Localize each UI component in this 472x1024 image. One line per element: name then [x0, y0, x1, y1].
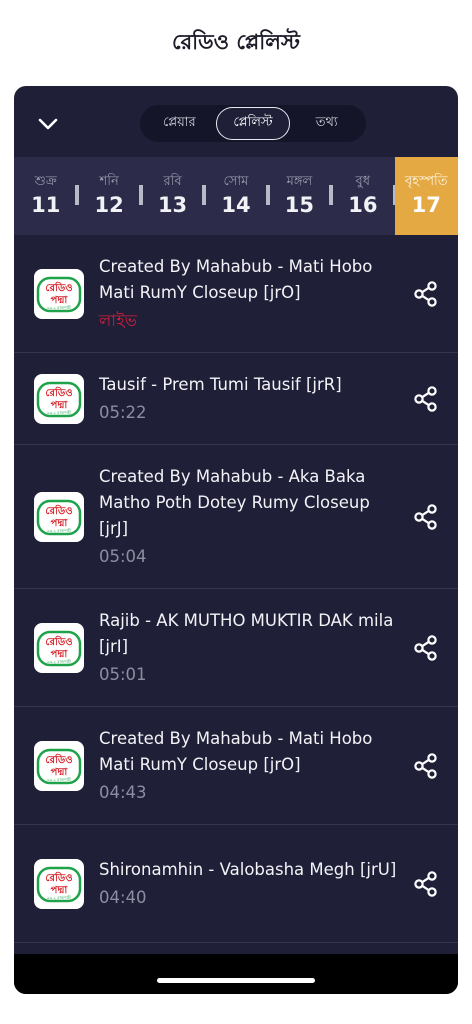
- share-button[interactable]: [412, 385, 440, 413]
- track-title: Created By Mahabub - Mati Hobo Mati RumY…: [99, 728, 373, 774]
- track-list: রেডিও পদ্মা ৯৯.২ রাজশাহী Created By Maha…: [14, 235, 458, 943]
- svg-text:রেডিও: রেডিও: [45, 871, 72, 884]
- panel-header: প্লেয়ার প্লেলিস্ট তথ্য: [14, 86, 458, 158]
- share-icon: [414, 634, 437, 661]
- live-label: লাইভ: [99, 310, 137, 330]
- track-title: Created By Mahabub - Mati Hobo Mati RumY…: [99, 256, 373, 302]
- day-number: 13: [157, 193, 188, 217]
- share-icon: [414, 385, 437, 412]
- track-duration: 05:01: [99, 664, 147, 684]
- station-logo: রেডিও পদ্মা ৯৯.২ রাজশাহী: [34, 622, 84, 673]
- page-title: রেডিও প্লেলিস্ট: [172, 30, 300, 54]
- day-saturday[interactable]: শনি 12: [77, 157, 144, 235]
- track-duration: 05:04: [99, 546, 147, 566]
- day-number: 12: [94, 193, 124, 217]
- svg-text:রেডিও: রেডিও: [45, 386, 72, 399]
- tab-player[interactable]: প্লেয়ার: [143, 107, 216, 140]
- track-duration: 04:43: [99, 782, 147, 802]
- day-number: 11: [31, 193, 61, 217]
- list-item[interactable]: রেডিও পদ্মা ৯৯.২ রাজশাহী Tausif - Prem T…: [14, 353, 458, 445]
- svg-text:রেডিও: রেডিও: [45, 753, 72, 766]
- day-wednesday[interactable]: বুধ 16: [331, 157, 397, 235]
- svg-text:৯৯.২ রাজশাহী: ৯৯.২ রাজশাহী: [47, 305, 72, 310]
- day-name: রবি: [163, 174, 182, 189]
- station-logo: রেডিও পদ্মা ৯৯.২ রাজশাহী: [34, 740, 84, 791]
- share-button[interactable]: [412, 634, 440, 662]
- day-name: শুক্র: [34, 174, 57, 189]
- svg-text:৯৯.২ রাজশাহী: ৯৯.২ রাজশাহী: [47, 777, 72, 782]
- station-logo: রেডিও পদ্মা ৯৯.২ রাজশাহী: [34, 491, 84, 542]
- day-thursday[interactable]: বৃহস্পতি 17: [394, 157, 458, 235]
- day-name: বুধ: [355, 174, 371, 189]
- day-monday[interactable]: সোম 14: [204, 157, 271, 235]
- bottom-bar: [14, 954, 458, 994]
- share-icon: [414, 752, 437, 779]
- list-item[interactable]: রেডিও পদ্মা ৯৯.২ রাজশাহী Rajib - AK MUTH…: [14, 589, 458, 707]
- list-item[interactable]: রেডিও পদ্মা ৯৯.২ রাজশাহী Created By Maha…: [14, 235, 458, 353]
- day-friday[interactable]: শুক্র 11: [14, 157, 80, 235]
- svg-text:৯৯.২ রাজশাহী: ৯৯.২ রাজশাহী: [47, 528, 72, 533]
- day-sunday[interactable]: রবি 13: [141, 157, 207, 235]
- share-icon: [414, 280, 437, 307]
- day-number: 17: [411, 193, 441, 217]
- track-info: Rajib - AK MUTHO MUKTIR DAK mila [jrI] 0…: [99, 608, 399, 688]
- share-button[interactable]: [412, 280, 440, 308]
- day-name: বৃহস্পতি: [405, 174, 448, 189]
- share-button[interactable]: [412, 503, 440, 531]
- track-info: Tausif - Prem Tumi Tausif [jrR] 05:22: [99, 372, 399, 426]
- svg-text:৯৯.২ রাজশাহী: ৯৯.২ রাজশাহী: [47, 895, 72, 900]
- station-logo: রেডিও পদ্মা ৯৯.২ রাজশাহী: [34, 373, 84, 424]
- track-title: Tausif - Prem Tumi Tausif [jrR]: [99, 374, 342, 394]
- track-title: Shironamhin - Valobasha Megh [jrU]: [99, 859, 397, 879]
- chevron-down-icon: [38, 118, 58, 130]
- list-item[interactable]: রেডিও পদ্মা ৯৯.২ রাজশাহী Shironamhin - V…: [14, 825, 458, 943]
- tab-playlist[interactable]: প্লেলিস্ট: [215, 107, 291, 140]
- station-logo: রেডিও পদ্মা ৯৯.২ রাজশাহী: [34, 268, 84, 319]
- track-info: Created By Mahabub - Mati Hobo Mati RumY…: [99, 726, 399, 806]
- svg-text:রেডিও: রেডিও: [45, 504, 72, 517]
- share-icon: [414, 870, 437, 897]
- track-info: Created By Mahabub - Aka Baka Matho Poth…: [99, 464, 399, 570]
- day-name: সোম: [223, 174, 249, 189]
- track-title: Created By Mahabub - Aka Baka Matho Poth…: [99, 466, 370, 538]
- collapse-button[interactable]: [34, 110, 62, 138]
- share-icon: [414, 503, 437, 530]
- list-item[interactable]: রেডিও পদ্মা ৯৯.২ রাজশাহী Created By Maha…: [14, 445, 458, 589]
- share-button[interactable]: [412, 752, 440, 780]
- view-tabs: প্লেয়ার প্লেলিস্ট তথ্য: [140, 105, 366, 142]
- home-indicator[interactable]: [157, 978, 315, 983]
- day-selector: শুক্র 11 শনি 12 রবি 13 সোম 14 মঙ্গল 15 ব…: [14, 157, 458, 235]
- track-title: Rajib - AK MUTHO MUKTIR DAK mila [jrI]: [99, 610, 394, 656]
- track-info: Created By Mahabub - Mati Hobo Mati RumY…: [99, 254, 399, 334]
- day-number: 15: [284, 193, 315, 217]
- list-item[interactable]: রেডিও পদ্মা ৯৯.২ রাজশাহী Created By Maha…: [14, 707, 458, 825]
- day-number: 14: [221, 193, 251, 217]
- track-duration: 05:22: [99, 402, 147, 422]
- tab-info[interactable]: তথ্য: [290, 107, 363, 140]
- svg-text:৯৯.২ রাজশাহী: ৯৯.২ রাজশাহী: [47, 410, 72, 415]
- svg-text:৯৯.২ রাজশাহী: ৯৯.২ রাজশাহী: [47, 659, 72, 664]
- svg-text:রেডিও: রেডিও: [45, 635, 72, 648]
- day-name: মঙ্গল: [286, 174, 313, 189]
- day-tuesday[interactable]: মঙ্গল 15: [268, 157, 334, 235]
- station-logo: রেডিও পদ্মা ৯৯.২ রাজশাহী: [34, 858, 84, 909]
- day-number: 16: [348, 193, 378, 217]
- share-button[interactable]: [412, 870, 440, 898]
- playlist-panel: প্লেয়ার প্লেলিস্ট তথ্য শুক্র 11 শনি 12 …: [14, 86, 458, 994]
- track-duration: 04:40: [99, 887, 147, 907]
- svg-text:রেডিও: রেডিও: [45, 281, 72, 294]
- day-name: শনি: [99, 174, 119, 189]
- track-info: Shironamhin - Valobasha Megh [jrU] 04:40: [99, 857, 399, 911]
